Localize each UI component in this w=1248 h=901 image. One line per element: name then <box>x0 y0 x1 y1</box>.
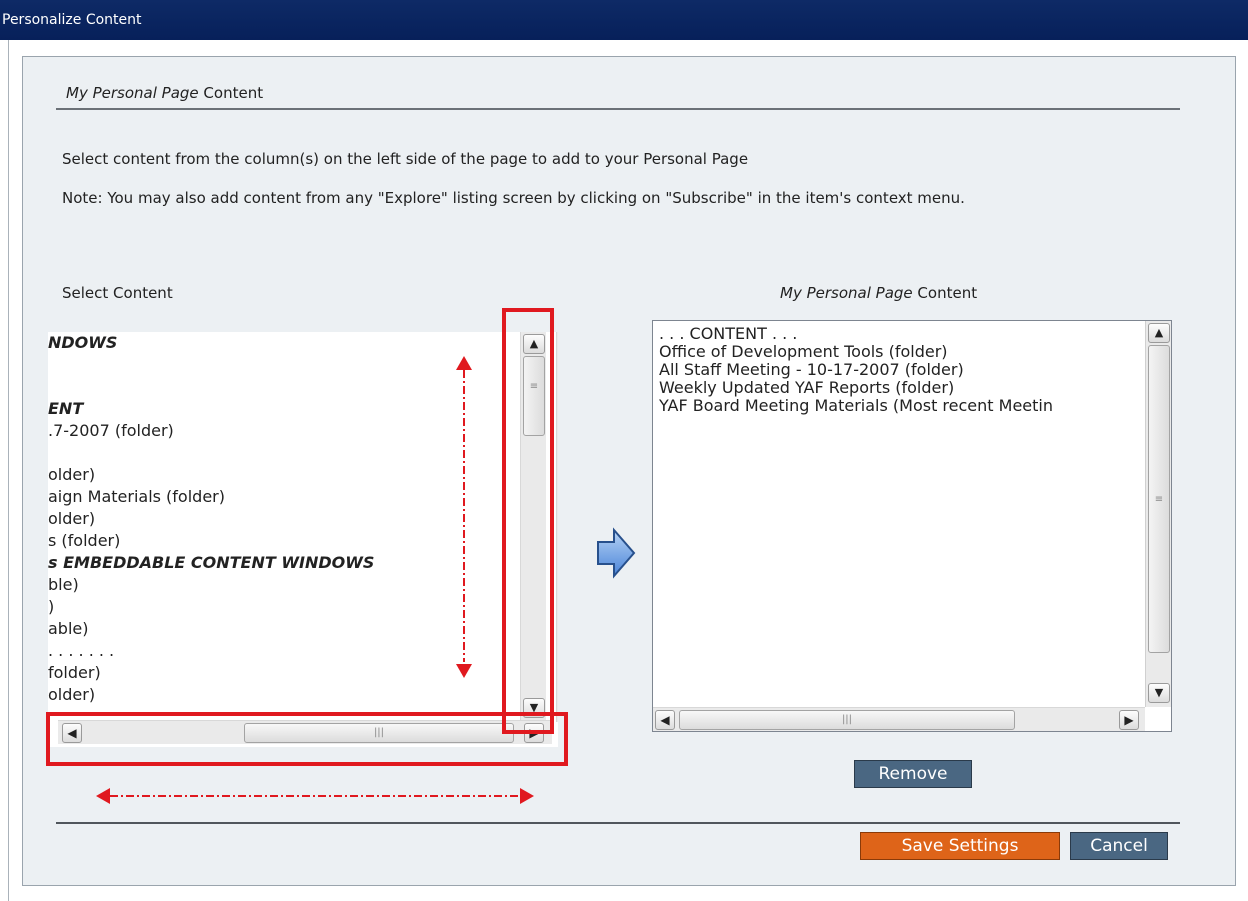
scroll-down-arrow-icon[interactable]: ▼ <box>1148 683 1170 703</box>
remove-button[interactable]: Remove <box>854 760 972 788</box>
list-item[interactable]: Weekly Updated YAF Reports (folder) <box>659 379 1144 397</box>
list-item[interactable]: older) <box>48 464 518 486</box>
list-item[interactable]: . . . . . . . <box>48 640 518 662</box>
personal-content-listbox[interactable]: . . . CONTENT . . . Office of Development… <box>652 320 1172 732</box>
list-item[interactable]: folder) <box>48 662 518 684</box>
list-item[interactable]: All Staff Meeting - 10-17-2007 (folder) <box>659 361 1144 379</box>
right-scroll-thumb[interactable]: ≡ <box>1148 345 1170 653</box>
note-text: Note: You may also add content from any … <box>62 189 965 207</box>
section-heading-rest: Content <box>198 84 264 102</box>
list-item[interactable] <box>48 354 518 376</box>
window-title: Personalize Content <box>2 12 142 28</box>
list-item[interactable]: able) <box>48 618 518 640</box>
heading-divider <box>56 108 1180 110</box>
scroll-left-arrow-icon[interactable]: ◀ <box>655 710 675 730</box>
vertical-scroll-annotation-icon <box>456 356 472 678</box>
list-item[interactable]: s (folder) <box>48 530 518 552</box>
list-item[interactable]: ) <box>48 596 518 618</box>
horizontal-scroll-annotation-icon <box>96 788 534 804</box>
list-item[interactable]: YAF Board Meeting Materials (Most recent… <box>659 397 1144 415</box>
list-item[interactable]: . . . CONTENT . . . <box>659 325 1144 343</box>
list-item[interactable]: .7-2007 (folder) <box>48 420 518 442</box>
section-heading: My Personal Page Content <box>66 84 263 102</box>
select-content-listbox[interactable]: NDOWS ENT .7-2007 (folder) older) aign Mater… <box>48 332 558 747</box>
footer-divider <box>56 822 1180 824</box>
right-horizontal-scrollbar[interactable]: ◀ ||| ▶ <box>653 707 1145 731</box>
personal-content-label-italic: My Personal Page <box>780 284 913 302</box>
list-item[interactable]: older) <box>48 508 518 530</box>
window-titlebar: Personalize Content <box>0 0 1248 40</box>
section-heading-italic: My Personal Page <box>66 84 199 102</box>
right-horizontal-thumb[interactable]: ||| <box>679 710 1015 730</box>
vertical-scrollbar-highlight <box>502 308 554 734</box>
right-vertical-scrollbar[interactable]: ▲ ≡ ▼ <box>1145 321 1171 707</box>
cancel-button[interactable]: Cancel <box>1070 832 1168 860</box>
list-item[interactable] <box>48 376 518 398</box>
frame-edge <box>8 40 9 901</box>
list-item[interactable]: Office of Development Tools (folder) <box>659 343 1144 361</box>
list-item[interactable] <box>48 442 518 464</box>
select-content-list[interactable]: NDOWS ENT .7-2007 (folder) older) aign Mater… <box>48 332 518 706</box>
save-settings-button[interactable]: Save Settings <box>860 832 1060 860</box>
scroll-right-arrow-icon[interactable]: ▶ <box>1119 710 1139 730</box>
list-item[interactable]: NDOWS <box>48 332 518 354</box>
horizontal-scrollbar-highlight <box>46 712 568 766</box>
scroll-up-arrow-icon[interactable]: ▲ <box>1148 323 1170 343</box>
list-item[interactable]: aign Materials (folder) <box>48 486 518 508</box>
add-arrow-icon[interactable] <box>594 526 638 580</box>
personal-content-label-rest: Content <box>912 284 978 302</box>
list-item[interactable]: ble) <box>48 574 518 596</box>
personal-content-list[interactable]: . . . CONTENT . . . Office of Development… <box>659 325 1144 415</box>
outer-vertical-scrollbar[interactable]: ▲ ≡ ▼ <box>556 332 558 722</box>
list-item[interactable]: s EMBEDDABLE CONTENT WINDOWS <box>48 552 518 574</box>
list-item[interactable]: ENT <box>48 398 518 420</box>
select-content-label: Select Content <box>62 284 173 302</box>
intro-text: Select content from the column(s) on the… <box>62 150 749 168</box>
personal-content-label: My Personal Page Content <box>780 284 977 302</box>
list-item[interactable]: older) <box>48 684 518 706</box>
